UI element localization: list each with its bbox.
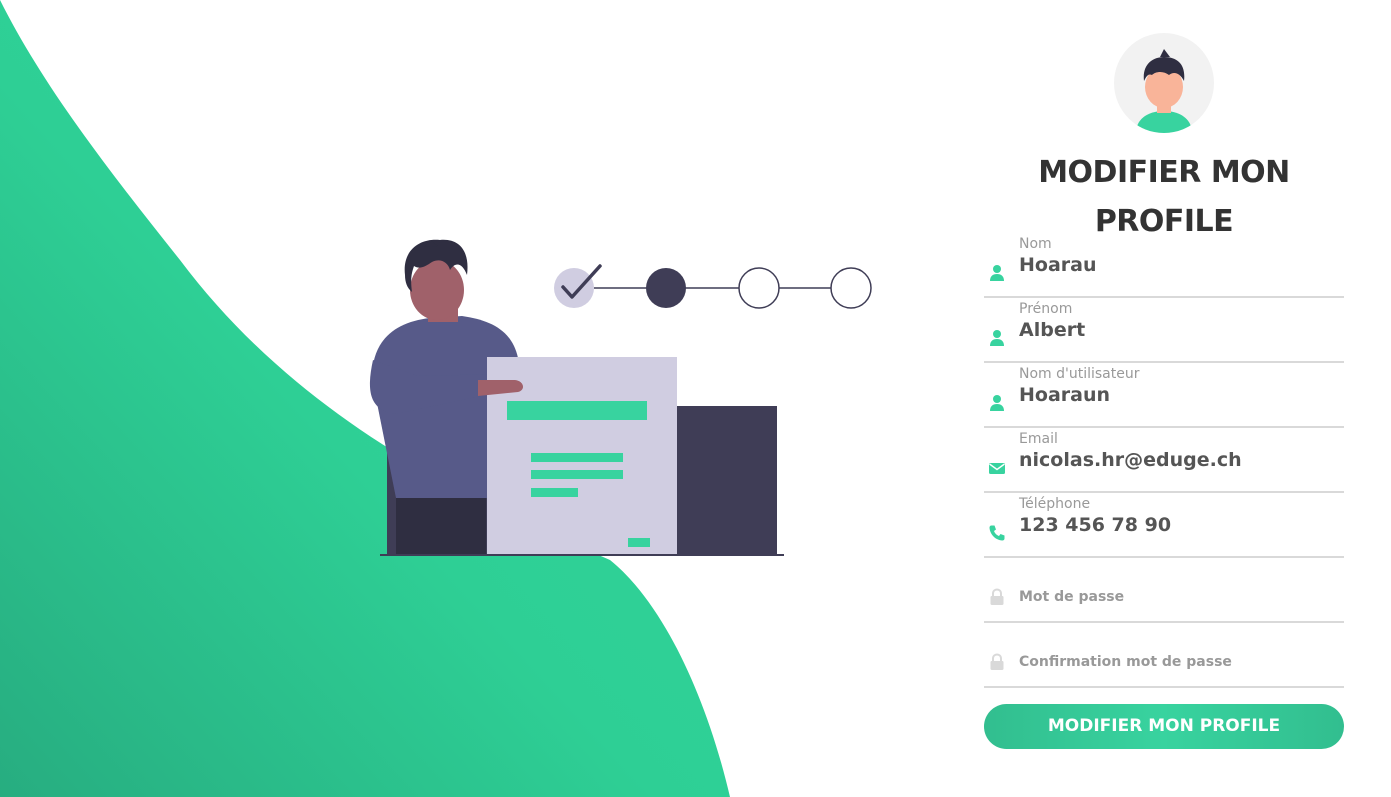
password-field [984, 559, 1344, 623]
user-icon [990, 395, 1004, 411]
telephone-input[interactable] [1019, 514, 1339, 536]
user-icon [990, 265, 1004, 281]
lock-icon [990, 588, 1004, 605]
password-confirm-field [984, 624, 1344, 688]
nom-label: Nom [1019, 236, 1052, 252]
profile-form: MODIFIER MON PROFILE Nom Prénom [984, 0, 1344, 797]
lock-icon [990, 653, 1004, 670]
password-confirm-input[interactable] [1019, 654, 1339, 670]
username-label: Nom d'utilisateur [1019, 366, 1140, 382]
password-input[interactable] [1019, 589, 1339, 605]
nom-input[interactable] [1019, 254, 1339, 276]
user-avatar-icon [1114, 33, 1214, 133]
modifier-profile-button[interactable]: MODIFIER MON PROFILE [984, 704, 1344, 749]
username-field: Nom d'utilisateur [984, 364, 1344, 428]
username-input[interactable] [1019, 384, 1339, 406]
email-label: Email [1019, 431, 1058, 447]
email-input[interactable] [1019, 449, 1339, 471]
page-title: MODIFIER MON PROFILE [984, 148, 1344, 246]
phone-icon [989, 525, 1005, 541]
prenom-field: Prénom [984, 299, 1344, 363]
envelope-icon [989, 463, 1005, 474]
prenom-label: Prénom [1019, 301, 1073, 317]
telephone-label: Téléphone [1019, 496, 1091, 512]
email-field: Email [984, 429, 1344, 493]
telephone-field: Téléphone [984, 494, 1344, 558]
user-icon [990, 330, 1004, 346]
page-title-line-1: MODIFIER MON [1038, 155, 1290, 190]
prenom-input[interactable] [1019, 319, 1339, 341]
page-root: MODIFIER MON PROFILE Nom Prénom [0, 0, 1391, 797]
nom-field: Nom [984, 234, 1344, 298]
